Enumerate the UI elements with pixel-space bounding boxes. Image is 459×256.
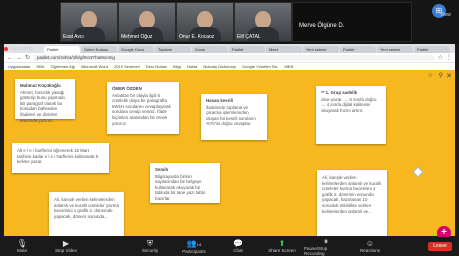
browser-window: Padlet Gelen Kutusu Google Docs Toplantı…	[4, 44, 455, 236]
participant-name: Elif ÇATAL	[237, 34, 261, 40]
card-body: Anlatılan bir olayla ilgili 5 cümlelik o…	[112, 92, 171, 126]
mouse-cursor	[412, 166, 424, 178]
participant-name: Merve Ölgüne D.	[299, 23, 345, 29]
record-icon: ⏸	[324, 236, 328, 246]
card-body: ifadelerde toplama ve çıkarma işlemlerin…	[206, 104, 256, 127]
padlet-board[interactable]: ☆ ⚲ ✕ Mahmut Küçükoğlu Ahmet, hırsızlık …	[4, 70, 455, 236]
bookmark[interactable]: EBA	[36, 64, 44, 69]
card-title: Hasan kesrili	[206, 98, 234, 103]
people-icon: 👥14	[186, 238, 202, 248]
browser-tab[interactable]: Padlet	[44, 46, 80, 53]
back-icon[interactable]: ←	[7, 55, 13, 61]
leave-button[interactable]: Leave	[428, 242, 452, 251]
toolbar-label: Stop Video	[55, 248, 77, 253]
browser-tab[interactable]: Yeni sekme	[303, 46, 339, 53]
participants-button[interactable]: 👥14 Participants	[172, 239, 216, 254]
padlet-card[interactable]: Alt e l e i harflerini öğrenerek 15 Mart…	[12, 143, 109, 173]
bookmark[interactable]: Bilgi	[173, 64, 181, 69]
close-icon[interactable]: ✕	[446, 72, 452, 80]
toolbar-label: Chat	[233, 248, 243, 253]
reload-icon[interactable]: ↻	[25, 54, 30, 61]
card-body: Ali, karışık verilen kelimelerden anlaml…	[54, 197, 119, 219]
view-label: View	[440, 12, 451, 18]
participant-name: Onur E. Kocaoz	[179, 34, 215, 40]
browser-tab[interactable]: Yeni sekme	[377, 46, 413, 53]
security-button[interactable]: ⛨ Security	[128, 239, 172, 253]
record-dot-icon	[4, 47, 8, 51]
bookmark[interactable]: Microsoft Word	[81, 64, 108, 69]
card-body: okur-yazar. → 6 sınıfa doğru → 4 sınıfa …	[321, 96, 377, 113]
card-body: Ahmet, hırsızlık yasağı gösterip bunu ya…	[20, 89, 66, 123]
forward-icon[interactable]: →	[16, 55, 22, 61]
chat-button[interactable]: 💬 Chat	[216, 239, 260, 253]
participant-name: Mehmet Oğuz	[121, 34, 153, 40]
card-title: Mahmut Küçükoğlu	[20, 83, 61, 88]
video-icon: ▶	[62, 239, 70, 248]
bookmark[interactable]: MEB	[284, 64, 293, 69]
browser-tab[interactable]: Gelen Kutusu	[81, 46, 117, 53]
reactions-button[interactable]: ☺ Reactions	[348, 239, 392, 253]
chat-icon: 💬	[233, 239, 243, 248]
star-icon[interactable]: ☆	[428, 72, 433, 79]
shield-icon: ⛨	[147, 239, 153, 248]
card-body: Bilgisayarda birinin sayılarından bir be…	[155, 173, 206, 201]
bookmark[interactable]: 2019 Semineri	[114, 64, 140, 69]
browser-tab[interactable]: Toplantı	[155, 46, 191, 53]
participant-name: Esat Avcı	[63, 34, 84, 40]
card-body: Alt e l e i harflerini öğrenerek 15 Mart…	[17, 148, 99, 165]
mic-icon: 🎙	[16, 239, 28, 248]
toolbar-label: Reactions	[359, 248, 380, 253]
padlet-card[interactable]: Mahmut Küçükoğlu Ahmet, hırsızlık yasağı…	[15, 79, 75, 123]
card-body: Ali, karışık verilen kelimelerden anlaml…	[322, 175, 382, 214]
participant-tile[interactable]: Elif ÇATAL	[234, 2, 292, 42]
stop-video-button[interactable]: ▶ Stop Video	[44, 239, 88, 253]
browser-tab[interactable]: Padlet	[414, 46, 450, 53]
padlet-card[interactable]: Hasan kesrili ifadelerde toplama ve çıka…	[201, 94, 267, 140]
bookmark[interactable]: Öğretmen Ağı	[50, 64, 75, 69]
star-icon[interactable]: ☆	[438, 54, 443, 61]
participant-tile[interactable]: Esat Avcı	[60, 2, 118, 42]
toolbar-label: Participants	[182, 248, 206, 254]
card-title: ** 1. Grup sadelik	[321, 90, 358, 95]
bookmark[interactable]: Uygulamalar	[8, 64, 30, 69]
browser-tab[interactable]: Google Docs	[118, 46, 154, 53]
reactions-icon: ☺	[365, 239, 375, 248]
mute-button[interactable]: 🎙 Mute	[0, 239, 44, 253]
pause-stop-recording-button[interactable]: ⏸ Pause/Stop Recording	[304, 237, 348, 256]
toolbar-label: Pause/Stop Recording	[304, 245, 328, 256]
lock-icon[interactable]: ⚲	[439, 72, 443, 79]
share-screen-button[interactable]: ⬆ Share Screen	[260, 239, 304, 253]
menu-icon[interactable]: ⋮	[446, 54, 452, 61]
address-bar: ← → ↻ padlet.com/zehra/1fk/gfmn37ha9sn4n…	[4, 53, 455, 63]
browser-tab[interactable]: Padlet	[229, 46, 265, 53]
participant-gallery: Esat Avcı Mehmet Oğuz Onur E. Kocaoz Eli…	[0, 0, 459, 44]
meeting-toolbar: 🎙 Mute ▶ Stop Video ⛨ Security 👥14 Parti…	[0, 237, 459, 256]
toolbar-label: Security	[141, 248, 159, 253]
bookmark[interactable]: Ders Notları	[146, 64, 167, 69]
bookmark[interactable]: Harita	[187, 64, 198, 69]
browser-tab[interactable]: Zoom	[192, 46, 228, 53]
toolbar-label: Share Screen	[268, 248, 296, 253]
browser-tab[interactable]: Padlet	[340, 46, 376, 53]
recording-label: Recording	[10, 46, 33, 52]
participant-tile[interactable]: Mehmet Oğuz	[118, 2, 176, 42]
bookmark[interactable]: Google Yönetim Sis.	[242, 64, 278, 69]
participant-tile[interactable]: Onur E. Kocaoz	[176, 2, 234, 42]
padlet-card[interactable]: Semih Bilgisayarda birinin sayılarından …	[150, 163, 220, 203]
padlet-card[interactable]: Ali, karışık verilen kelimelerden anlaml…	[49, 192, 124, 236]
toolbar-label: Mute	[16, 248, 27, 253]
recording-indicator: Recording	[4, 45, 33, 53]
card-title: ÖMER ÖZDEN	[112, 86, 142, 91]
card-title: Semih	[155, 167, 169, 172]
padlet-card[interactable]: ** 1. Grup sadelik okur-yazar. → 6 sınıf…	[316, 86, 386, 144]
share-screen-icon: ⬆	[278, 239, 286, 248]
browser-tabs: Padlet Gelen Kutusu Google Docs Toplantı…	[4, 44, 455, 53]
padlet-card[interactable]: ÖMER ÖZDEN Anlatılan bir olayla ilgili 5…	[107, 82, 179, 134]
bookmark[interactable]: Nobody Dictionary	[203, 64, 236, 69]
participant-tile[interactable]: Merve Ölgüne D.	[292, 2, 412, 42]
padlet-card[interactable]: Ali, karışık verilen kelimelerden anlaml…	[317, 170, 387, 236]
url-field[interactable]: padlet.com/zehra/1fk/gfmn37ha9sn4ng	[33, 54, 435, 61]
browser-tab[interactable]: Meet	[266, 46, 302, 53]
participants-count: 14	[196, 241, 202, 247]
